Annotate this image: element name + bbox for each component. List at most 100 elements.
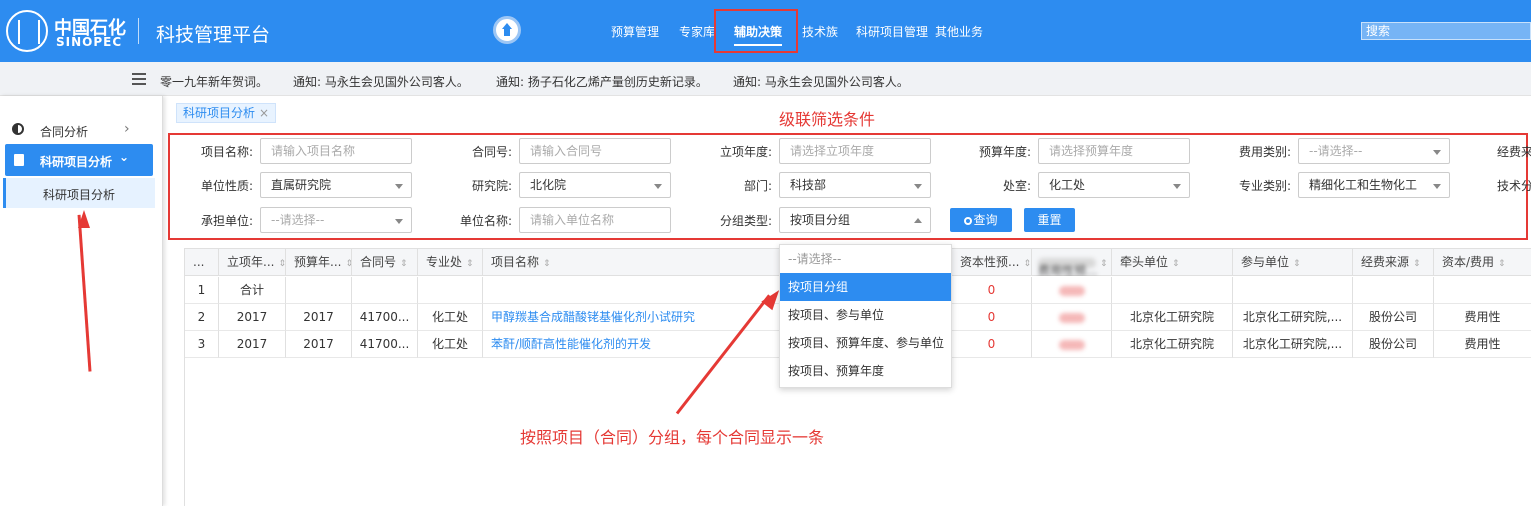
- cell-kind: [1434, 277, 1531, 304]
- sort-icon[interactable]: ⇕: [1293, 259, 1301, 269]
- label-group-type: 分组类型:: [719, 214, 772, 228]
- cell-lead-unit: [1112, 277, 1233, 304]
- logo-en-text: SINOPEC: [56, 35, 123, 49]
- close-icon[interactable]: ×: [259, 106, 269, 120]
- sort-icon[interactable]: ⇕: [1413, 259, 1421, 269]
- sort-icon[interactable]: ⇕: [466, 259, 474, 269]
- cell-dept: 化工处: [418, 304, 483, 331]
- dropdown-option[interactable]: 按项目、参与单位: [780, 301, 951, 329]
- nav-tech-family[interactable]: 技术族: [802, 23, 838, 40]
- nav-research-project-mgmt[interactable]: 科研项目管理: [856, 23, 928, 40]
- label-undertaker: 承担单位:: [200, 214, 253, 228]
- sidebar-item-label: 科研项目分析: [40, 155, 113, 169]
- unit-nature-select[interactable]: 直属研究院: [260, 172, 412, 198]
- column-header[interactable]: 费用性预... ⇕: [1032, 249, 1112, 276]
- cell-cost-redacted: [1032, 304, 1112, 331]
- sort-icon[interactable]: ⇕: [1498, 259, 1506, 269]
- notice-item[interactable]: 通知: 马永生会见国外公司客人。: [733, 73, 909, 90]
- column-header[interactable]: 立项年... ⇕: [219, 249, 286, 276]
- tab-research-analysis[interactable]: 科研项目分析 ×: [176, 103, 277, 123]
- column-header[interactable]: 资本/费用 ⇕: [1434, 249, 1531, 276]
- column-header[interactable]: 合同号 ⇕: [352, 249, 418, 276]
- sidebar-subitem-research-analysis[interactable]: 科研项目分析: [3, 178, 155, 208]
- notice-item[interactable]: 通知: 马永生会见国外公司客人。: [293, 73, 469, 90]
- notice-item[interactable]: 通知: 扬子石化乙烯产量创历史新记录。: [496, 73, 708, 90]
- cell-setup-year: 2017: [219, 331, 286, 358]
- annotation-filter-label: 级联筛选条件: [779, 110, 876, 129]
- sort-icon[interactable]: ⇕: [1100, 259, 1108, 269]
- column-header-label: 费用性预...: [1038, 257, 1097, 276]
- label-cost-type: 费用类别:: [1238, 145, 1291, 159]
- sort-icon[interactable]: ⇕: [543, 259, 551, 269]
- cell-contract-no: [352, 277, 418, 304]
- chevron-down-icon: [1433, 184, 1441, 189]
- department-select[interactable]: 科技部: [779, 172, 931, 198]
- nav-other-business[interactable]: 其他业务: [935, 23, 983, 40]
- unit-name-input[interactable]: 请输入单位名称: [519, 207, 671, 233]
- cell-source: [1353, 277, 1434, 304]
- column-header[interactable]: 经费来源 ⇕: [1353, 249, 1434, 276]
- query-button[interactable]: 查询: [950, 208, 1012, 232]
- reset-button[interactable]: 重置: [1024, 208, 1075, 232]
- cell-source: 股份公司: [1353, 304, 1434, 331]
- notice-item[interactable]: 零一九年新年贺词。: [160, 73, 268, 90]
- project-name-input[interactable]: 请输入项目名称: [260, 138, 412, 164]
- nav-experts[interactable]: 专家库: [679, 23, 715, 40]
- column-header[interactable]: 牵头单位 ⇕: [1112, 249, 1233, 276]
- sort-icon[interactable]: ⇕: [1172, 259, 1180, 269]
- chevron-down-icon: [1173, 184, 1181, 189]
- label-budget-year: 预算年度:: [978, 145, 1031, 159]
- column-header: ...: [185, 249, 219, 276]
- nav-highlight-box: [714, 9, 798, 53]
- dropdown-option[interactable]: 按项目、预算年度、参与单位: [780, 329, 951, 357]
- sidebar-subitem-label: 科研项目分析: [43, 188, 116, 202]
- annotation-group-label: 按照项目（合同）分组，每个合同显示一条: [520, 428, 825, 447]
- contrast-icon: [12, 123, 24, 135]
- project-name-link[interactable]: 甲醇羰基合成醋酸铑基催化剂小试研究: [483, 304, 781, 331]
- cell-lead-unit: 北京化工研究院: [1112, 304, 1233, 331]
- column-header-label: 资本性预...: [960, 255, 1020, 269]
- setup-year-picker[interactable]: 请选择立项年度: [779, 138, 931, 164]
- dropdown-option-selected[interactable]: 按项目分组: [780, 273, 951, 301]
- sort-icon[interactable]: ⇕: [278, 259, 285, 269]
- dropdown-option[interactable]: 按项目、预算年度: [780, 357, 951, 385]
- sidebar-item-label: 合同分析: [40, 125, 89, 139]
- column-header[interactable]: 资本性预... ⇕: [952, 249, 1032, 276]
- column-header[interactable]: 预算年...⇕: [286, 249, 352, 276]
- cell-contract-no: 41700...: [352, 304, 418, 331]
- institute-select[interactable]: 北化院: [519, 172, 671, 198]
- chevron-down-icon: [395, 219, 403, 224]
- cost-type-select[interactable]: --请选择--: [1298, 138, 1450, 164]
- cell-index: 2: [185, 304, 219, 331]
- chevron-down-icon: [914, 184, 922, 189]
- contract-no-input[interactable]: 请输入合同号: [519, 138, 671, 164]
- group-type-select[interactable]: 按项目分组: [779, 207, 931, 233]
- label-setup-year: 立项年度:: [719, 145, 772, 159]
- label-institute: 研究院:: [471, 179, 512, 193]
- label-unit-name: 单位名称:: [459, 214, 512, 228]
- sort-icon[interactable]: ⇕: [400, 259, 408, 269]
- cell-setup-year: 合计: [219, 277, 286, 304]
- cell-partner: [1233, 277, 1353, 304]
- menu-toggle-icon[interactable]: [132, 73, 146, 85]
- sidebar-item-contract-analysis[interactable]: 合同分析 ›: [0, 114, 155, 146]
- dropdown-option-placeholder[interactable]: --请选择--: [780, 245, 951, 273]
- home-icon[interactable]: [493, 16, 521, 44]
- annotation-arrowhead: [78, 210, 90, 228]
- search-input[interactable]: 搜索: [1361, 22, 1531, 40]
- sidebar-item-research-analysis[interactable]: 科研项目分析 ⌄: [5, 144, 153, 176]
- label-project-name: 项目名称:: [200, 145, 253, 159]
- column-header[interactable]: 专业处 ⇕: [418, 249, 483, 276]
- office-select[interactable]: 化工处: [1038, 172, 1190, 198]
- label-fund-source: 经费来: [1497, 145, 1531, 159]
- budget-year-picker[interactable]: 请选择预算年度: [1038, 138, 1190, 164]
- select-value: 按项目分组: [790, 213, 851, 227]
- chevron-up-icon: [914, 218, 922, 223]
- column-header[interactable]: 项目名称 ⇕: [483, 249, 781, 276]
- nav-budget[interactable]: 预算管理: [611, 23, 659, 40]
- undertaker-select[interactable]: --请选择--: [260, 207, 412, 233]
- column-header[interactable]: 参与单位 ⇕: [1233, 249, 1353, 276]
- app-title: 科技管理平台: [156, 24, 271, 46]
- specialty-select[interactable]: 精细化工和生物化工: [1298, 172, 1450, 198]
- sort-icon[interactable]: ⇕: [1023, 259, 1031, 269]
